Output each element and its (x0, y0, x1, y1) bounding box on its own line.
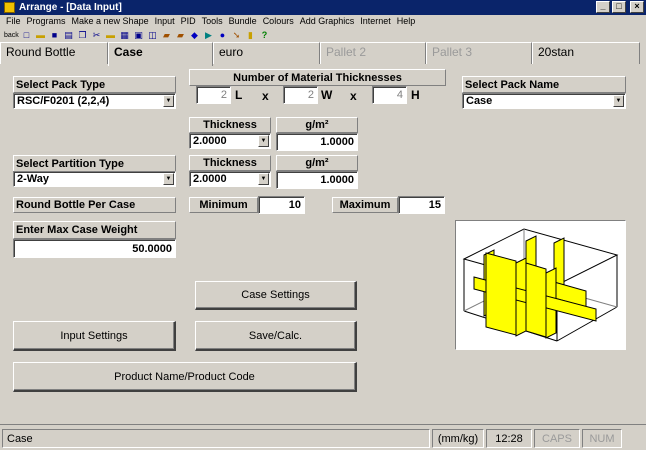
pallet-icon[interactable]: ▰ (161, 30, 172, 41)
tab-pallet-2[interactable]: Pallet 2 (320, 42, 426, 64)
times-mark: x (350, 89, 357, 103)
maximum-label: Maximum (332, 197, 398, 213)
cube-icon[interactable]: ◆ (189, 30, 200, 41)
thickness-select-1[interactable]: 2.0000 ▼ (189, 133, 271, 149)
menu-colours[interactable]: Colours (260, 16, 297, 26)
pack-name-select[interactable]: Case ▼ (462, 93, 626, 109)
app-icon (4, 2, 15, 13)
minimum-label: Minimum (189, 197, 258, 213)
calculator-icon[interactable]: ▦ (119, 30, 130, 41)
partition-type-label: Select Partition Type (13, 155, 176, 172)
thickness-select-2[interactable]: 2.0000 ▼ (189, 171, 271, 187)
status-message: Case (2, 429, 430, 448)
menu-input[interactable]: Input (152, 16, 178, 26)
case-3d-preview (455, 220, 626, 350)
tab-20stan[interactable]: 20stan (532, 42, 640, 64)
width-thickness-input[interactable]: 2 (283, 86, 318, 104)
globe-icon[interactable]: ● (217, 30, 228, 41)
print-icon[interactable]: ▤ (63, 30, 74, 41)
pack-name-label: Select Pack Name (462, 76, 626, 93)
partition-type-select[interactable]: 2-Way ▼ (13, 171, 176, 187)
stack-icon[interactable]: ▰ (175, 30, 186, 41)
dropdown-arrow-icon[interactable]: ▼ (163, 173, 174, 185)
status-time: 12:28 (486, 429, 532, 448)
dropdown-arrow-icon[interactable]: ▼ (258, 173, 269, 185)
tab-euro[interactable]: euro (213, 42, 320, 64)
data-input-panel: Select Pack Type RSC/F0201 (2,2,4) ▼ Num… (0, 64, 646, 424)
dropdown-arrow-icon[interactable]: ▼ (258, 135, 269, 147)
minimize-button[interactable]: _ (596, 1, 610, 13)
menu-file[interactable]: File (3, 16, 24, 26)
thickness-value-1: 2.0000 (193, 135, 227, 147)
dropdown-arrow-icon[interactable]: ▼ (163, 95, 174, 107)
window-controls: _ □ × (596, 1, 644, 13)
gsm-input-2[interactable]: 1.0000 (276, 171, 358, 189)
pack-type-select[interactable]: RSC/F0201 (2,2,4) ▼ (13, 93, 176, 109)
save-icon[interactable]: ■ (49, 30, 60, 41)
per-case-label: Round Bottle Per Case (13, 197, 176, 213)
thickness-label-1: Thickness (189, 117, 271, 133)
back-button[interactable]: back (4, 30, 19, 41)
product-name-button[interactable]: Product Name/Product Code (13, 362, 357, 392)
times-mark: x (262, 89, 269, 103)
new-file-icon[interactable]: □ (21, 30, 32, 41)
save-calc-button[interactable]: Save/Calc. (195, 321, 357, 351)
pack-name-value: Case (466, 95, 493, 107)
pack-type-value: RSC/F0201 (2,2,4) (17, 95, 110, 107)
menu-tools[interactable]: Tools (199, 16, 226, 26)
box-open-icon[interactable]: ◫ (147, 30, 158, 41)
bottle-icon[interactable]: ▮ (245, 30, 256, 41)
help-icon[interactable]: ? (259, 30, 270, 41)
thickness-value-2: 2.0000 (193, 173, 227, 185)
gsm-label-1: g/m² (276, 117, 358, 133)
copy-icon[interactable]: ❐ (77, 30, 88, 41)
num-indicator: NUM (582, 429, 622, 448)
minimum-input[interactable]: 10 (258, 196, 305, 214)
status-units: (mm/kg) (432, 429, 484, 448)
caps-indicator: CAPS (534, 429, 580, 448)
case-settings-button[interactable]: Case Settings (195, 281, 357, 310)
tab-pallet-3[interactable]: Pallet 3 (426, 42, 532, 64)
cut-icon[interactable]: ✂ (91, 30, 102, 41)
window-title: Arrange - [Data Input] (19, 2, 122, 13)
box-icon[interactable]: ▣ (133, 30, 144, 41)
input-settings-button[interactable]: Input Settings (13, 321, 176, 351)
gsm-label-2: g/m² (276, 155, 358, 171)
maximum-input[interactable]: 15 (398, 196, 445, 214)
tab-case[interactable]: Case (108, 42, 213, 66)
pack-type-label: Select Pack Type (13, 76, 176, 93)
dropdown-arrow-icon[interactable]: ▼ (613, 95, 624, 107)
thickness-label-2: Thickness (189, 155, 271, 171)
width-label: W (321, 88, 333, 102)
max-weight-label: Enter Max Case Weight (13, 221, 176, 239)
maximize-button[interactable]: □ (612, 1, 626, 13)
partition-type-value: 2-Way (17, 173, 49, 185)
open-folder-icon[interactable]: ▬ (35, 30, 46, 41)
menu-internet[interactable]: Internet (357, 16, 394, 26)
tab-strip: Round Bottle Case euro Pallet 2 Pallet 3… (0, 42, 646, 66)
title-bar: Arrange - [Data Input] _ □ × (0, 0, 646, 15)
height-thickness-input[interactable]: 4 (372, 86, 407, 104)
menu-bar: File Programs Make a new Shape Input PID… (0, 15, 646, 27)
thickness-count-header: Number of Material Thicknesses (189, 69, 446, 86)
length-thickness-input[interactable]: 2 (196, 86, 231, 104)
status-bar: Case (mm/kg) 12:28 CAPS NUM (0, 424, 646, 450)
partition-3d-drawing (462, 228, 619, 342)
menu-make-new-shape[interactable]: Make a new Shape (69, 16, 152, 26)
truck-icon[interactable]: ▶ (203, 30, 214, 41)
max-weight-input[interactable]: 50.0000 (13, 239, 176, 258)
gsm-input-1[interactable]: 1.0000 (276, 133, 358, 151)
length-label: L (235, 88, 243, 102)
menu-add-graphics[interactable]: Add Graphics (297, 16, 358, 26)
height-label: H (411, 88, 420, 102)
close-button[interactable]: × (630, 1, 644, 13)
arrow-icon[interactable]: ➘ (231, 30, 242, 41)
folder-icon[interactable]: ▬ (105, 30, 116, 41)
menu-bundle[interactable]: Bundle (226, 16, 260, 26)
menu-help[interactable]: Help (394, 16, 419, 26)
menu-pid[interactable]: PID (178, 16, 199, 26)
menu-programs[interactable]: Programs (24, 16, 69, 26)
tab-round-bottle[interactable]: Round Bottle (0, 42, 108, 64)
toolbar: back □ ▬ ■ ▤ ❐ ✂ ▬ ▦ ▣ ◫ ▰ ▰ ◆ ▶ ● ➘ ▮ ? (0, 27, 646, 43)
